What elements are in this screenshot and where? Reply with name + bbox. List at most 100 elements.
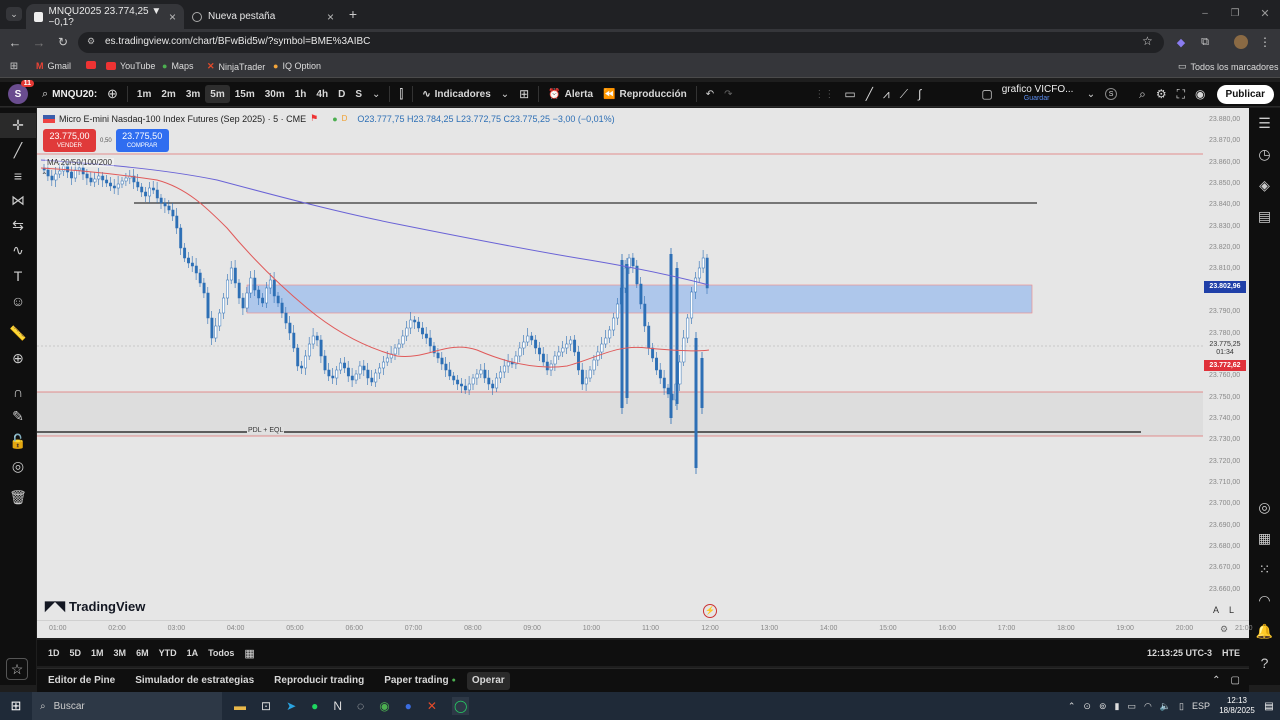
log-scale-toggle[interactable]: L: [1229, 605, 1234, 615]
auto-scale-toggle[interactable]: A: [1213, 605, 1219, 615]
bookmark-ninjatrader[interactable]: ✕ NinjaTrader: [207, 61, 265, 72]
pencil-lock-icon[interactable]: ✎: [0, 404, 36, 429]
trash-icon[interactable]: 🗑: [0, 485, 36, 510]
drag-handle-icon[interactable]: ⋮⋮: [809, 85, 839, 103]
extension-icon[interactable]: ◆: [1174, 35, 1188, 49]
brush-tool-icon[interactable]: ∿: [0, 238, 36, 263]
volume-icon[interactable]: 🔈: [1160, 701, 1171, 712]
camera-icon[interactable]: ◉: [1190, 85, 1210, 103]
sell-button[interactable]: 23.775,00 VENDER: [43, 129, 96, 152]
telegram-icon[interactable]: ➤: [286, 699, 296, 713]
crosshair-tool-icon[interactable]: ✛: [0, 113, 36, 138]
bookmark-star-icon[interactable]: ☆: [1142, 34, 1153, 48]
templates-grid-icon[interactable]: ⊞: [514, 85, 534, 103]
site-info-icon[interactable]: ⚙: [87, 36, 95, 47]
pdl-annotation[interactable]: PDL + EQL: [247, 427, 285, 434]
tray-battery-icon[interactable]: ▭: [1127, 701, 1136, 712]
input-language[interactable]: ESP: [1192, 701, 1210, 711]
trend-line-icon[interactable]: ╱: [861, 85, 878, 103]
trend-line-tool-icon[interactable]: ╱: [0, 138, 36, 163]
time-axis[interactable]: 01:00 02:00 03:00 04:00 05:00 06:00 07:00 08:00…: [37, 620, 1253, 638]
browser-menu-icon[interactable]: ⋮: [1258, 35, 1272, 49]
indicators-dropdown-icon[interactable]: ⌄: [496, 85, 514, 103]
expand-panel-icon[interactable]: ⌃: [1207, 672, 1225, 690]
fib-tool-icon[interactable]: ≡: [0, 163, 36, 188]
maximize-panel-icon[interactable]: ▢: [1226, 672, 1245, 690]
bookmark-unnamed[interactable]: [86, 61, 96, 71]
text-tool-icon[interactable]: T: [0, 263, 36, 288]
tab-trade[interactable]: Operar: [466, 671, 510, 690]
range-5D[interactable]: 5D: [65, 644, 87, 662]
timeframe-3m[interactable]: 3m: [181, 85, 205, 103]
collapse-legend-icon[interactable]: ⌃: [41, 171, 48, 180]
bookmark-iqoption[interactable]: ● IQ Option: [273, 61, 321, 71]
layout-badge[interactable]: S: [1100, 85, 1122, 103]
bookmark-gmail[interactable]: M Gmail: [36, 61, 71, 71]
timeframe-4h[interactable]: 4h: [311, 85, 333, 103]
ma-indicator-label[interactable]: MA 20/50/100/200: [45, 158, 114, 167]
layout-square-icon[interactable]: ▢: [976, 85, 997, 103]
notifications-bell-icon[interactable]: 🔔: [1249, 616, 1280, 647]
lock-icon[interactable]: 🔓: [0, 429, 36, 454]
help-icon[interactable]: ?: [1249, 647, 1280, 678]
reload-icon[interactable]: ↻: [56, 35, 70, 49]
taskbar-search[interactable]: ⌕ Buscar: [32, 692, 222, 720]
user-avatar[interactable]: S 11: [8, 80, 34, 104]
news-feed-icon[interactable]: ◠: [1249, 585, 1280, 616]
object-tree-icon[interactable]: ◈: [1249, 170, 1280, 201]
browser-tab-active[interactable]: MNQU2025 23.774,25 ▼ −0,1? ×: [26, 4, 184, 29]
timeframe-S[interactable]: S: [350, 85, 367, 103]
ruler-icon[interactable]: 📏: [0, 321, 36, 346]
notification-center-icon[interactable]: ▤: [1258, 701, 1280, 712]
lightning-icon[interactable]: ⚡: [703, 604, 717, 618]
tab-pine-editor[interactable]: Editor de Pine: [43, 672, 120, 690]
utc-clock[interactable]: 12:13:25 UTC-3: [1142, 644, 1217, 662]
settings-gear-icon[interactable]: ⚙: [1151, 85, 1172, 103]
timeframe-15m[interactable]: 15m: [230, 85, 260, 103]
favorites-star-icon[interactable]: ☆: [6, 658, 28, 680]
date-range-calendar-icon[interactable]: ▦: [239, 644, 259, 662]
chrome-icon[interactable]: ◉: [379, 699, 389, 713]
ray-tool-icon[interactable]: ⟋: [895, 85, 913, 103]
range-Todos[interactable]: Todos: [203, 644, 239, 662]
magnet-icon[interactable]: ∩: [0, 379, 36, 404]
tab-strategy-tester[interactable]: Simulador de estrategias: [130, 672, 259, 690]
timeframe-D[interactable]: D: [333, 85, 350, 103]
redo-icon[interactable]: ↷: [719, 85, 737, 103]
range-3M[interactable]: 3M: [109, 644, 132, 662]
all-bookmarks[interactable]: ▭ Todos los marcadores: [1178, 61, 1279, 72]
whatsapp-icon[interactable]: ◯: [451, 697, 470, 715]
calendar-icon[interactable]: ▦: [1249, 523, 1280, 554]
watchlist-icon[interactable]: ☰: [1249, 108, 1280, 139]
timeframe-5m[interactable]: 5m: [205, 85, 230, 103]
brush-tool-icon[interactable]: ∫: [913, 85, 926, 103]
ninjatrader-icon[interactable]: ✕: [427, 699, 437, 713]
tab-paper-trading[interactable]: Paper trading ●: [379, 672, 461, 690]
range-6M[interactable]: 6M: [131, 644, 154, 662]
notion-icon[interactable]: N: [333, 699, 342, 713]
github-icon[interactable]: ◌: [357, 699, 364, 713]
tray-chevron-icon[interactable]: ⌃: [1068, 701, 1076, 712]
timeframe-2m[interactable]: 2m: [156, 85, 180, 103]
restore-icon[interactable]: ❐: [1228, 6, 1242, 20]
compare-symbol-icon[interactable]: ⊕: [102, 85, 123, 103]
range-1D[interactable]: 1D: [43, 644, 65, 662]
replay-button[interactable]: ⏪ Reproducción: [598, 85, 692, 103]
minimize-icon[interactable]: –: [1198, 6, 1212, 20]
range-YTD[interactable]: YTD: [154, 644, 182, 662]
symbol-search[interactable]: ⌕ MNQU20:: [42, 88, 97, 101]
rectangle-tool-icon[interactable]: ▭: [839, 85, 860, 103]
tab-search-icon[interactable]: ⌄: [6, 7, 22, 21]
spotify-icon[interactable]: ●: [311, 699, 318, 713]
timeframe-30m[interactable]: 30m: [260, 85, 290, 103]
bookmark-maps[interactable]: ● Maps: [162, 61, 193, 71]
buy-button[interactable]: 23.775,50 COMPRAR: [115, 129, 169, 152]
system-clock[interactable]: 12:13 18/8/2025: [1216, 696, 1258, 716]
session-button[interactable]: HTE: [1217, 644, 1245, 662]
tray-bluetooth-icon[interactable]: ▮: [1114, 701, 1119, 712]
chat-icon[interactable]: ▤: [1249, 201, 1280, 232]
quick-search-icon[interactable]: ⌕: [1134, 85, 1151, 103]
forward-icon[interactable]: →: [32, 35, 46, 50]
flag-marker-icon[interactable]: ⚑: [310, 113, 318, 124]
new-tab-icon[interactable]: +: [346, 6, 360, 22]
